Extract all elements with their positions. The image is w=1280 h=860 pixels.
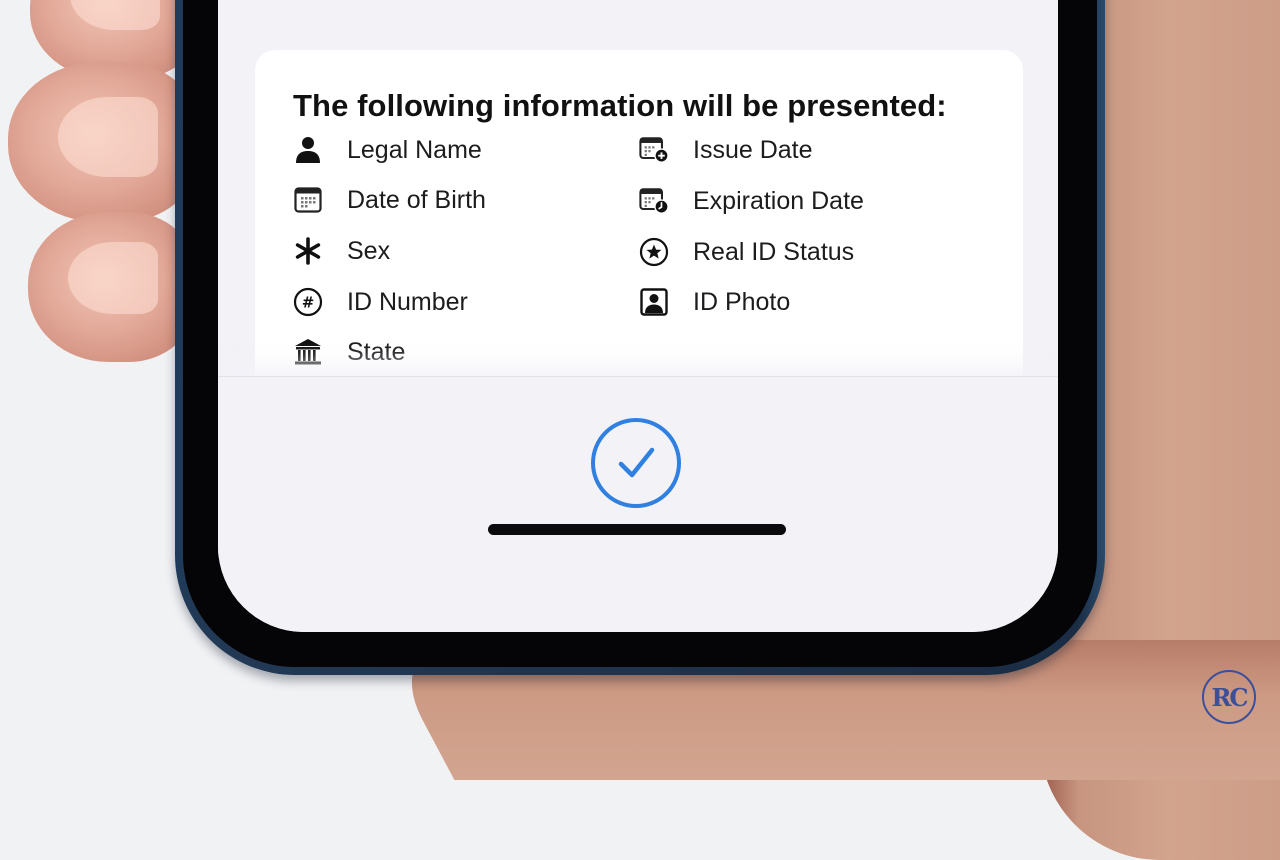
item-label: Date of Birth (347, 185, 486, 214)
info-item-id-photo: ID Photo (639, 282, 790, 322)
building-columns-icon (293, 337, 323, 367)
info-item-sex: Sex (293, 231, 390, 271)
item-label: Sex (347, 236, 391, 265)
item-label: State (347, 337, 406, 366)
number-circle-icon: # (293, 287, 323, 317)
item-label: Real ID Status (693, 237, 855, 266)
info-item-legal-name: Legal Name (293, 130, 482, 170)
confirmation-sheet (218, 377, 1058, 632)
info-item-real-id-status: Real ID Status (639, 232, 854, 272)
person-icon (293, 135, 323, 165)
info-item-date-of-birth: Date of Birth (293, 180, 486, 220)
finger-middle (8, 62, 198, 222)
star-circle-icon (639, 237, 669, 267)
home-indicator[interactable] (488, 524, 786, 535)
item-label: Issue Date (693, 135, 813, 164)
item-label: Legal Name (347, 135, 482, 164)
watermark-logo: RC (1202, 670, 1256, 724)
calendar-plus-icon (639, 135, 669, 165)
calendar-clock-icon (639, 186, 669, 216)
finger-bottom (28, 212, 196, 362)
item-label: ID Photo (693, 287, 791, 316)
checkmark-circle-icon[interactable] (590, 417, 682, 509)
phone-screen: The following information will be presen… (218, 0, 1058, 632)
asterisk-icon (293, 236, 323, 266)
info-item-expiration-date: Expiration Date (639, 181, 864, 221)
info-item-issue-date: Issue Date (639, 130, 813, 170)
card-title: The following information will be presen… (293, 88, 947, 123)
info-item-state: State (293, 332, 405, 372)
item-label: ID Number (347, 287, 468, 316)
calendar-icon (293, 185, 323, 215)
person-square-icon (639, 287, 669, 317)
item-label: Expiration Date (693, 186, 864, 215)
info-item-id-number: # ID Number (293, 282, 468, 322)
svg-text:#: # (302, 294, 315, 312)
